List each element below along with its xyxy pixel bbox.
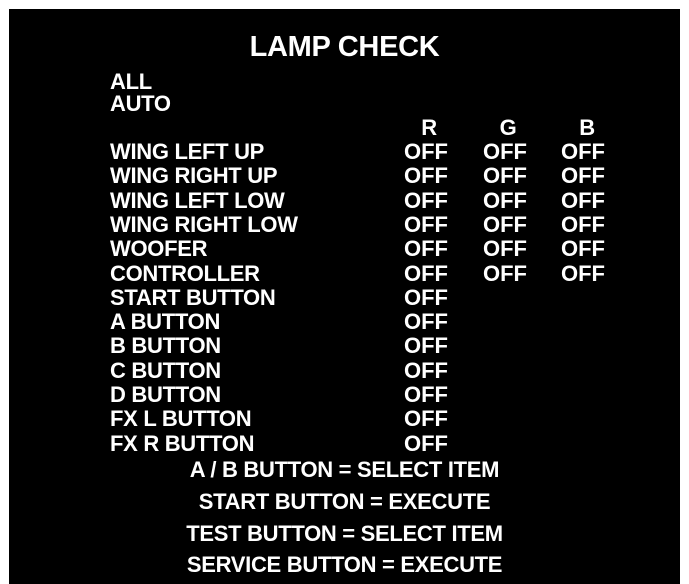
lamp-value-r: OFF: [404, 430, 448, 456]
lamp-value-g: OFF: [483, 236, 527, 262]
lamp-row[interactable]: A BUTTON OFF: [9, 310, 680, 334]
lamp-row[interactable]: FX L BUTTON OFF: [9, 407, 680, 431]
lamp-value-r: OFF: [404, 309, 448, 335]
menu-item-auto[interactable]: AUTO: [110, 93, 171, 115]
lamp-value-g: OFF: [483, 260, 527, 286]
lamp-value-g: OFF: [483, 139, 527, 164]
column-header-g: G: [499, 115, 517, 140]
lamp-name: C BUTTON: [110, 357, 221, 383]
lamp-value-r: OFF: [404, 260, 448, 286]
lamp-value-b: OFF: [561, 260, 605, 286]
lamp-name: D BUTTON: [110, 382, 221, 407]
lamp-name: CONTROLLER: [110, 260, 260, 286]
instruction-execute-service: SERVICE BUTTON = EXECUTE: [186, 552, 503, 577]
lamp-name: WOOFER: [110, 236, 208, 262]
lamp-row[interactable]: WING LEFT UP OFF OFF OFF: [9, 140, 680, 164]
lamp-name: FX R BUTTON: [110, 430, 255, 456]
lamp-row[interactable]: WING RIGHT UP OFF OFF OFF: [9, 164, 680, 188]
lamp-value-g: OFF: [483, 163, 527, 189]
instruction-execute-start: START BUTTON = EXECUTE: [198, 489, 491, 514]
lamp-value-g: OFF: [483, 187, 527, 213]
lamp-value-r: OFF: [404, 163, 448, 189]
lamp-row[interactable]: FX R BUTTON OFF: [9, 430, 680, 456]
lamp-row[interactable]: WING LEFT LOW OFF OFF OFF: [9, 187, 680, 213]
lamp-row[interactable]: WING RIGHT LOW OFF OFF OFF: [9, 211, 680, 237]
lamp-name: START BUTTON: [110, 284, 276, 310]
column-header-b: B: [579, 115, 595, 140]
lamp-row[interactable]: D BUTTON OFF: [9, 383, 680, 407]
lamp-value-g: OFF: [483, 211, 527, 237]
lamp-value-r: OFF: [404, 236, 448, 262]
lamp-row[interactable]: START BUTTON OFF: [9, 284, 680, 310]
lamp-value-b: OFF: [561, 139, 605, 164]
lamp-row[interactable]: WOOFER OFF OFF OFF: [9, 237, 680, 261]
instruction-select-ab: A / B BUTTON = SELECT ITEM: [189, 457, 500, 482]
lamp-row[interactable]: C BUTTON OFF: [9, 357, 680, 383]
lamp-value-r: OFF: [404, 333, 448, 359]
lamp-value-r: OFF: [404, 357, 448, 383]
lamp-value-b: OFF: [561, 211, 605, 237]
lamp-name: WING LEFT UP: [110, 139, 265, 164]
lamp-name: WING RIGHT LOW: [110, 211, 298, 237]
lamp-name: FX L BUTTON: [110, 406, 252, 432]
lamp-row[interactable]: B BUTTON OFF: [9, 334, 680, 358]
lamp-value-b: OFF: [561, 187, 605, 213]
lamp-name: WING LEFT LOW: [110, 187, 285, 213]
instruction-select-test: TEST BUTTON = SELECT ITEM: [186, 521, 503, 546]
lamp-name: B BUTTON: [110, 333, 221, 359]
lamp-value-b: OFF: [561, 163, 605, 189]
menu-item-all[interactable]: ALL: [110, 71, 152, 93]
lamp-value-r: OFF: [404, 139, 448, 164]
lamp-name: WING RIGHT UP: [110, 163, 278, 189]
lamp-name: A BUTTON: [110, 309, 221, 335]
lamp-value-r: OFF: [404, 187, 448, 213]
lamp-check-screen: LAMP CHECK ALL AUTO R G B WING LEFT UP OF…: [9, 9, 680, 584]
lamp-value-r: OFF: [404, 382, 448, 407]
lamp-row[interactable]: CONTROLLER OFF OFF OFF: [9, 260, 680, 286]
page-title: LAMP CHECK: [249, 31, 440, 63]
lamp-value-r: OFF: [404, 284, 448, 310]
lamp-value-r: OFF: [404, 211, 448, 237]
lamp-value-r: OFF: [404, 406, 448, 432]
column-header-r: R: [421, 115, 437, 140]
lamp-value-b: OFF: [561, 236, 605, 262]
